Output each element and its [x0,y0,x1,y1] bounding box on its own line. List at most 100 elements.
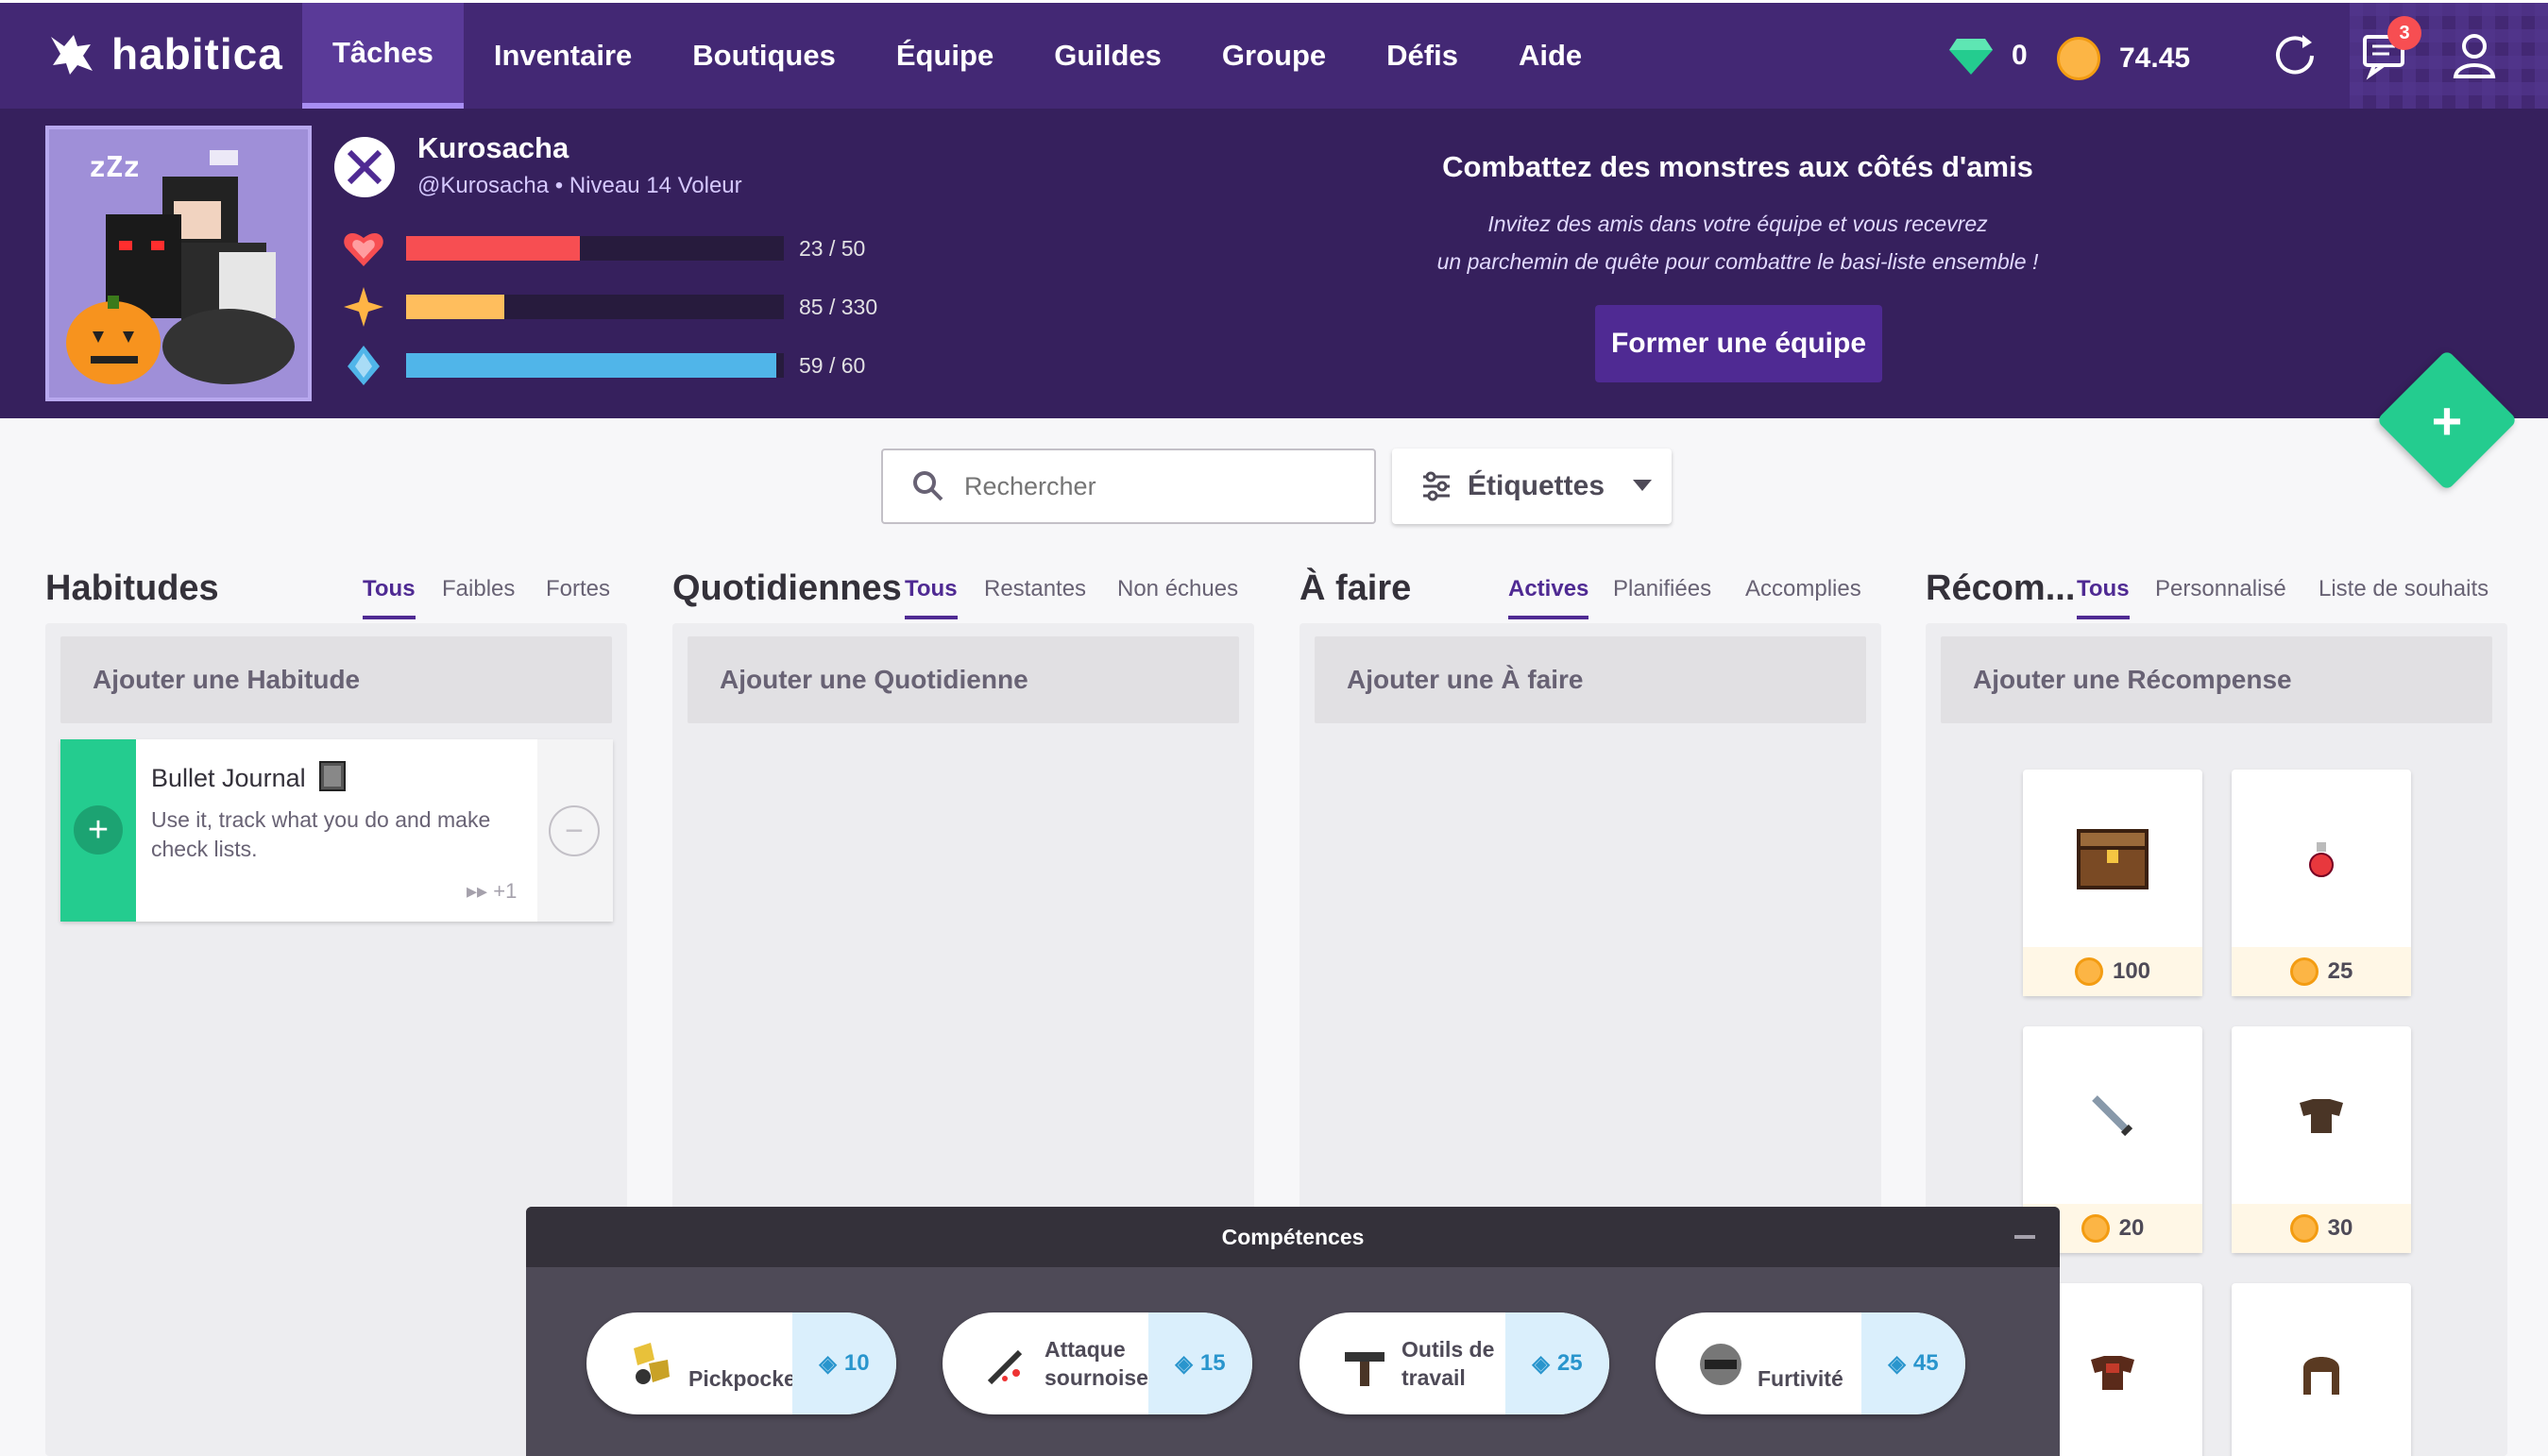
add-habit-input[interactable]: Ajouter une Habitude [60,636,612,723]
add-todo-input[interactable]: Ajouter une À faire [1315,636,1866,723]
search-box[interactable] [881,449,1376,524]
mana-drop-icon: ◈ [1175,1350,1193,1377]
gem-icon [1949,39,1993,75]
habit-streak: ▸▸ +1 [467,879,517,904]
reward-price-value: 100 [2112,958,2151,984]
dailies-title: Quotidiennes [672,568,902,608]
habit-plus-area[interactable]: + [60,739,136,922]
skill-name: Attaque sournoise [1045,1337,1148,1390]
reward-item[interactable]: 30 [2232,1026,2411,1253]
experience-value: 85 / 330 [799,294,878,319]
mana-stat: 59 / 60 [342,344,865,387]
backstab-icon [987,1349,1023,1385]
skills-drawer-header[interactable]: Compétences [526,1207,2060,1267]
todos-filter-active[interactable]: Actives [1508,576,1589,619]
search-input[interactable] [964,471,1342,501]
skill-name: Furtivité [1758,1366,1843,1391]
dailies-header: Quotidiennes Tous Restantes Non échues [672,565,1254,621]
skill-name: Outils de travail [1401,1337,1495,1390]
stealth-icon [1700,1344,1741,1385]
health-stat: 23 / 50 [342,227,865,270]
rewards-filter-wishlist[interactable]: Liste de souhaits [2319,576,2489,616]
habits-header: Habitudes Tous Faibles Fortes [45,565,627,621]
nav-help[interactable]: Aide [1488,3,1612,109]
nav-challenges[interactable]: Défis [1356,3,1488,109]
party-promo-line-1: Invitez des amis dans votre équipe et vo… [1487,212,1988,236]
minus-icon[interactable]: − [549,805,600,856]
gem-count: 0 [2012,40,2028,71]
habitica-logo[interactable]: habitica [45,27,283,80]
gem-counter[interactable]: 0 [1949,37,2028,75]
habits-filter-all[interactable]: Tous [363,576,416,619]
todos-title: À faire [1299,568,1412,608]
gold-icon [2289,957,2319,986]
nav-inventory[interactable]: Inventaire [464,3,662,109]
tags-dropdown[interactable]: Étiquettes [1392,449,1672,524]
habits-filter-weak[interactable]: Faibles [442,576,515,616]
chest-icon [2023,770,2202,949]
skills-drawer: Compétences Pickpocket ◈ 10 Attaque sourn… [526,1207,2060,1456]
top-navigation: habitica Tâches Inventaire Boutiques Équ… [0,0,2548,109]
dailies-filter-not-due[interactable]: Non échues [1117,576,1238,616]
nav-guilds[interactable]: Guildes [1024,3,1192,109]
add-reward-input[interactable]: Ajouter une Récompense [1941,636,2492,723]
gold-icon [2289,1214,2319,1243]
user-handle-level: @Kurosacha • Niveau 14 Voleur [417,173,742,198]
skill-stealth[interactable]: Furtivité ◈ 45 [1656,1312,1965,1414]
minimize-icon[interactable] [2014,1235,2035,1239]
user-icon[interactable] [2450,31,2499,80]
skill-backstab[interactable]: Attaque sournoise ◈ 15 [943,1312,1252,1414]
mana-drop-icon: ◈ [1888,1350,1906,1377]
skill-cost-value: 25 [1556,1350,1583,1376]
todos-filter-completed[interactable]: Accomplies [1745,576,1861,616]
sync-icon[interactable] [2270,31,2319,80]
fast-forward-icon: ▸▸ [467,879,488,903]
reward-price-value: 30 [2327,1215,2353,1241]
health-bar-fill [406,236,580,261]
plus-icon[interactable]: + [74,805,123,855]
habits-filter-strong[interactable]: Fortes [546,576,610,616]
skill-tools-of-trade[interactable]: Outils de travail ◈ 25 [1299,1312,1609,1414]
armor-icon [2232,1026,2411,1206]
notifications-icon[interactable]: 3 [2361,16,2421,80]
search-icon [913,471,943,501]
party-promo-title: Combattez des monstres aux côtés d'amis [1442,150,2033,183]
reward-item[interactable]: 25 [2232,770,2411,996]
rewards-filter-custom[interactable]: Personnalisé [2155,576,2286,616]
avatar[interactable]: zZz [45,126,312,401]
dailies-filter-due[interactable]: Restantes [984,576,1086,616]
reward-item[interactable] [2232,1283,2411,1456]
add-daily-input[interactable]: Ajouter une Quotidienne [688,636,1239,723]
create-party-button[interactable]: Former une équipe [1595,305,1882,382]
skill-name: Pickpocket [688,1366,804,1391]
nav-group[interactable]: Groupe [1192,3,1356,109]
filter-sliders-icon [1423,471,1450,501]
habit-card[interactable]: + Bullet Journal Use it, track what you … [60,739,613,922]
habit-minus-area[interactable]: − [537,739,613,922]
pickpocket-icon [634,1343,670,1384]
rogue-class-icon [334,137,395,197]
mana-value: 59 / 60 [799,352,866,378]
todos-header: À faire Actives Planifiées Accomplies [1299,565,1881,621]
reward-item[interactable]: 100 [2023,770,2202,996]
habit-streak-count: +1 [493,879,518,903]
skill-cost: ◈ 45 [1861,1312,1965,1414]
nav-shops[interactable]: Boutiques [662,3,866,109]
party-promo-text: Invitez des amis dans votre équipe et vo… [1266,205,2210,280]
mana-drop-icon: ◈ [1532,1350,1550,1377]
mana-bar-fill [406,353,776,378]
nav-tasks[interactable]: Tâches [302,3,464,109]
heart-icon [344,232,383,266]
todos-filter-scheduled[interactable]: Planifiées [1613,576,1711,616]
rewards-filter-all[interactable]: Tous [2077,576,2130,619]
dailies-filter-all[interactable]: Tous [905,576,958,619]
rewards-title: Récom... [1926,568,2076,608]
hair-icon [2232,1283,2411,1456]
rewards-header: Récom... Tous Personnalisé Liste de souh… [1926,565,2507,621]
nav-party[interactable]: Équipe [866,3,1024,109]
gold-counter[interactable]: 74.45 [2057,37,2190,80]
plus-icon: + [2431,390,2463,450]
skill-cost-value: 10 [843,1350,870,1376]
add-task-button[interactable]: + [2376,349,2518,491]
skill-pickpocket[interactable]: Pickpocket ◈ 10 [586,1312,896,1414]
